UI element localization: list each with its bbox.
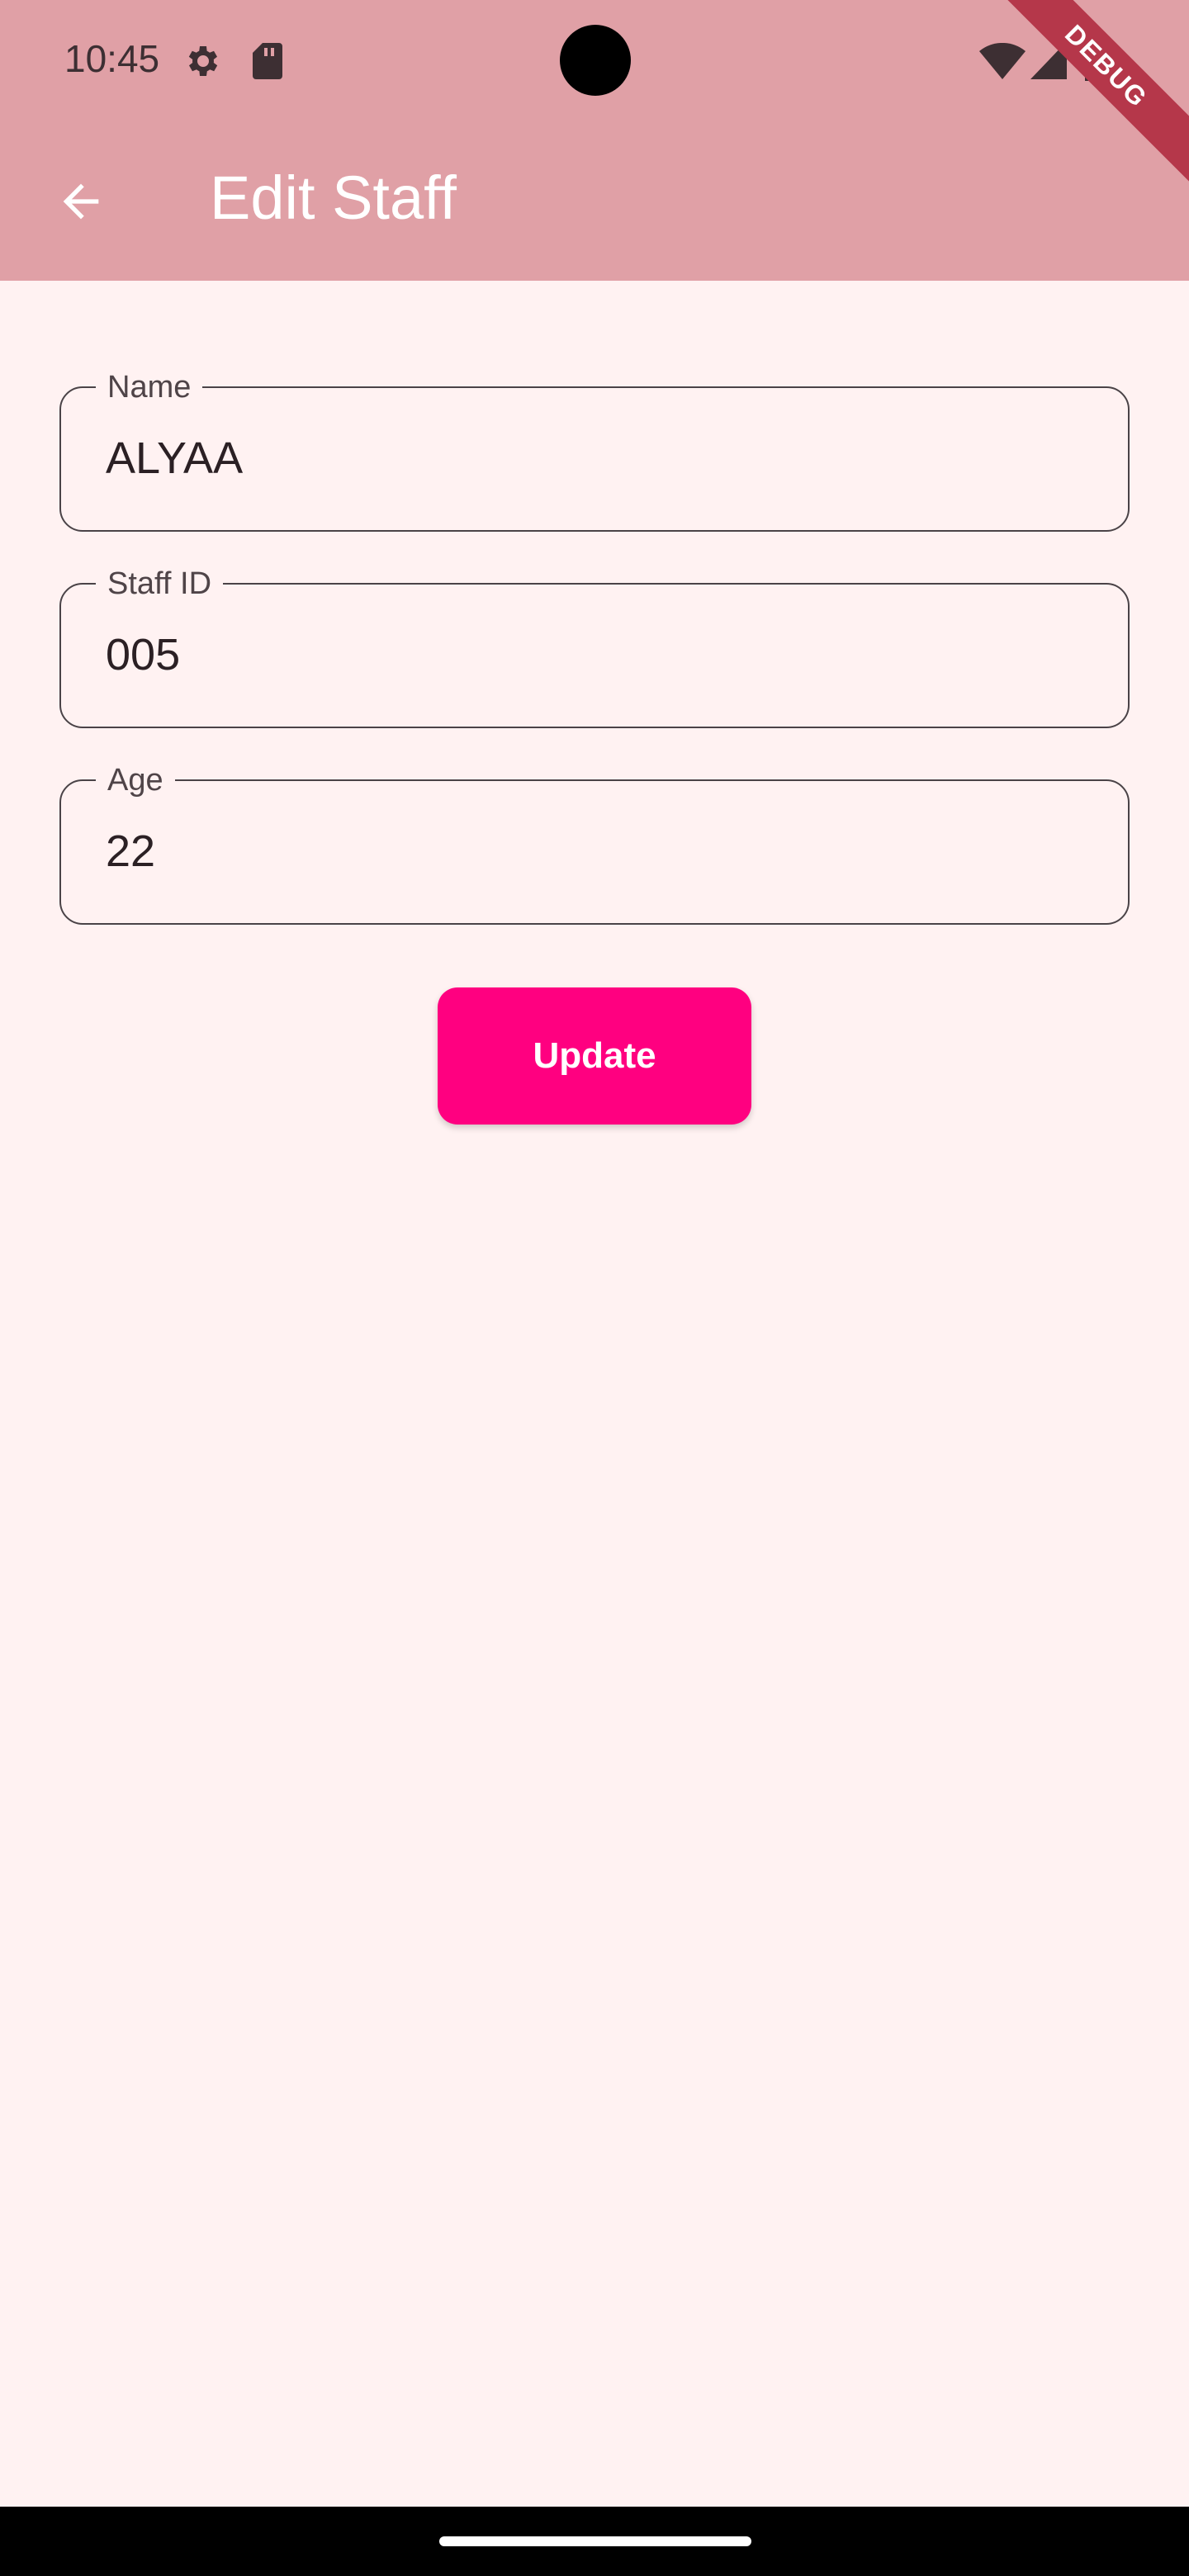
staff-id-field[interactable]: Staff ID 005 [59,566,1130,728]
staff-id-field-label: Staff ID [96,566,224,601]
name-field-value[interactable]: ALYAA [106,429,243,487]
page-title: Edit Staff [210,163,457,232]
staff-id-field-value[interactable]: 005 [106,626,180,684]
arrow-back-icon [63,183,99,220]
name-field-label: Name [96,370,203,405]
age-field-label: Age [96,763,175,798]
name-field[interactable]: Name ALYAA [59,370,1130,532]
home-gesture-handle[interactable] [439,2536,751,2546]
back-button[interactable] [41,162,121,241]
camera-cutout [560,25,631,96]
gear-icon [188,46,218,76]
sd-card-icon [253,43,282,79]
status-time: 10:45 [64,37,160,80]
age-field-value[interactable]: 22 [106,822,155,880]
update-button[interactable]: Update [438,987,751,1125]
debug-banner: DEBUG [967,0,1189,206]
app-bar: 10:45 DEBUG Edit Staff [0,0,1189,281]
wifi-icon [979,43,1026,79]
age-field[interactable]: Age 22 [59,763,1130,925]
